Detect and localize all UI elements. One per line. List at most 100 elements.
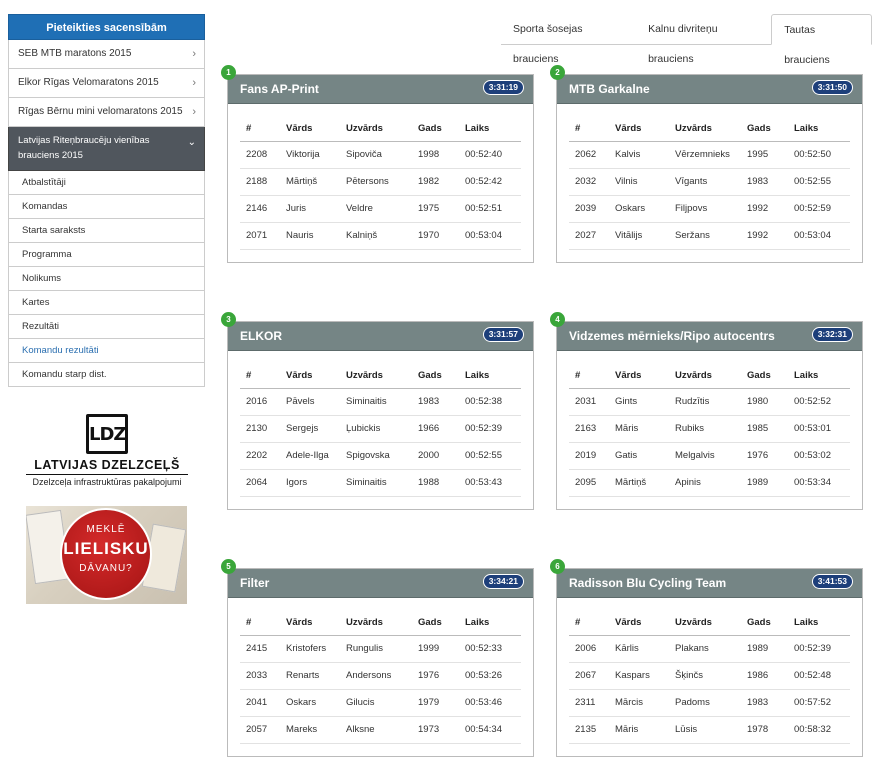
cell-time: 00:53:43	[459, 469, 521, 497]
chevron-right-icon: ›	[192, 48, 196, 60]
cell-last-name: Šķinčs	[669, 662, 741, 690]
cell-time: 00:54:34	[459, 716, 521, 744]
sidebar-item-active-event[interactable]: Latvijas Riteņbraucēju vienības braucien…	[8, 127, 205, 171]
cell-year: 1976	[741, 442, 788, 470]
ldz-sponsor-banner[interactable]: LDZ LATVIJAS DZELZCEĻŠ Dzelzceļa infrast…	[26, 410, 188, 498]
cell-time: 00:53:46	[459, 689, 521, 717]
cell-time: 00:52:52	[788, 388, 850, 416]
cell-time: 00:52:40	[459, 141, 521, 169]
cell-year: 1983	[741, 689, 788, 717]
cell-time: 00:58:32	[788, 716, 850, 744]
cell-last-name: Spigovska	[340, 442, 412, 470]
sidebar-sub-atbalstitaji[interactable]: Atbalstītāji	[8, 171, 205, 195]
team-header: Radisson Blu Cycling Team 3:41:53	[557, 569, 862, 598]
cell-year: 1982	[412, 168, 459, 196]
cell-year: 1985	[741, 415, 788, 443]
rank-badge: 1	[221, 65, 236, 80]
rank-badge: 6	[550, 559, 565, 574]
table-row: 2071 Nauris Kalniņš 1970 00:53:04	[240, 222, 521, 250]
sidebar-sub-starta-saraksts[interactable]: Starta saraksts	[8, 219, 205, 243]
table-header-row: # Vārds Uzvārds Gads Laiks	[569, 610, 850, 636]
cell-bib: 2064	[240, 469, 280, 497]
cell-time: 00:52:50	[788, 141, 850, 169]
column-header-time: Laiks	[788, 610, 850, 636]
team-panel-5: 5 Filter 3:34:21 # Vārds Uzvārds Gads Laiks 2415…	[221, 559, 534, 757]
cell-last-name: Veldre	[340, 195, 412, 223]
column-header-year: Gads	[412, 363, 459, 389]
sidebar-sub-komandu-rezultati[interactable]: Komandu rezultāti	[8, 339, 205, 363]
table-row: 2033 Renarts Andersons 1976 00:53:26	[240, 662, 521, 690]
promo-banner[interactable]: MEKLĒ LIELISKU DĀVANU?	[26, 506, 187, 604]
ldz-logo-icon: LDZ	[86, 414, 128, 454]
race-tabs: Sporta šosejas brauciens Kalnu divriteņu…	[501, 14, 872, 66]
sidebar-item-seb-mtb[interactable]: SEB MTB maratons 2015 ›	[8, 40, 205, 69]
table-row: 2039 Oskars Filjpovs 1992 00:52:59	[569, 195, 850, 223]
cell-last-name: Melgalvis	[669, 442, 741, 470]
team-panel-3: 3 ELKOR 3:31:57 # Vārds Uzvārds Gads Laiks 2016 P…	[221, 312, 534, 510]
column-header-time: Laiks	[459, 610, 521, 636]
cell-first-name: Adele-Ilga	[280, 442, 340, 470]
column-header-bib: #	[240, 363, 280, 389]
sidebar-item-label: Latvijas Riteņbraucēju vienības braucien…	[18, 135, 150, 161]
cell-last-name: Rungulis	[340, 635, 412, 663]
sidebar-sub-programma[interactable]: Programma	[8, 243, 205, 267]
rank-badge: 2	[550, 65, 565, 80]
table-row: 2202 Adele-Ilga Spigovska 2000 00:52:55	[240, 442, 521, 470]
cell-last-name: Padoms	[669, 689, 741, 717]
cell-year: 1976	[412, 662, 459, 690]
sidebar-sub-kartes[interactable]: Kartes	[8, 291, 205, 315]
cell-first-name: Oskars	[280, 689, 340, 717]
cell-year: 1992	[741, 195, 788, 223]
cell-bib: 2062	[569, 141, 609, 169]
cell-last-name: Pētersons	[340, 168, 412, 196]
cell-year: 1973	[412, 716, 459, 744]
table-header-row: # Vārds Uzvārds Gads Laiks	[240, 363, 521, 389]
cell-bib: 2032	[569, 168, 609, 196]
tab-kalnu-divritenu[interactable]: Kalnu divriteņu brauciens	[636, 14, 772, 65]
team-results-table: # Vārds Uzvārds Gads Laiks 2062 Kalvis Vērzemni…	[569, 116, 850, 250]
ldz-name: LATVIJAS DZELZCEĻŠ	[26, 458, 188, 475]
cell-bib: 2095	[569, 469, 609, 497]
cell-last-name: Rubiks	[669, 415, 741, 443]
column-header-first-name: Vārds	[280, 116, 340, 142]
cell-time: 00:52:39	[788, 635, 850, 663]
team-header: MTB Garkalne 3:31:50	[557, 75, 862, 104]
cell-first-name: Kaspars	[609, 662, 669, 690]
tab-sporta-sosejas[interactable]: Sporta šosejas brauciens	[501, 14, 637, 65]
table-row: 2135 Māris Lūsis 1978 00:58:32	[569, 716, 850, 744]
cell-year: 1995	[741, 141, 788, 169]
cell-bib: 2146	[240, 195, 280, 223]
cell-last-name: Ļubickis	[340, 415, 412, 443]
table-header-row: # Vārds Uzvārds Gads Laiks	[240, 116, 521, 142]
cell-last-name: Filjpovs	[669, 195, 741, 223]
cell-last-name: Rudzītis	[669, 388, 741, 416]
team-total-time: 3:32:31	[811, 327, 853, 342]
cell-year: 1970	[412, 222, 459, 250]
column-header-last-name: Uzvārds	[669, 116, 741, 142]
sidebar-sub-nolikums[interactable]: Nolikums	[8, 267, 205, 291]
team-name: Filter	[240, 576, 270, 590]
sidebar-sub-komandu-starp-dist[interactable]: Komandu starp dist.	[8, 363, 205, 387]
team-name: Radisson Blu Cycling Team	[569, 576, 727, 590]
sidebar-sub-komandas[interactable]: Komandas	[8, 195, 205, 219]
sidebar-item-berni[interactable]: Rīgas Bērnu mini velomaratons 2015 ›	[8, 98, 205, 127]
table-row: 2208 Viktorija Sipoviča 1998 00:52:40	[240, 141, 521, 169]
sidebar-item-elkor[interactable]: Elkor Rīgas Velomaratons 2015 ›	[8, 69, 205, 98]
column-header-last-name: Uzvārds	[340, 116, 412, 142]
cell-first-name: Mārtiņš	[609, 469, 669, 497]
column-header-last-name: Uzvārds	[669, 363, 741, 389]
cell-year: 1989	[741, 635, 788, 663]
cell-year: 1978	[741, 716, 788, 744]
cell-bib: 2071	[240, 222, 280, 250]
cell-time: 00:53:02	[788, 442, 850, 470]
table-row: 2064 Igors Siminaitis 1988 00:53:43	[240, 469, 521, 497]
cell-last-name: Seržans	[669, 222, 741, 250]
chevron-right-icon: ›	[192, 77, 196, 89]
tab-tautas[interactable]: Tautas brauciens	[771, 14, 872, 66]
cell-year: 1975	[412, 195, 459, 223]
column-header-bib: #	[240, 610, 280, 636]
sidebar-menu: Pieteikties sacensībām SEB MTB maratons …	[8, 14, 205, 387]
sidebar-sub-rezultati[interactable]: Rezultāti	[8, 315, 205, 339]
table-row: 2032 Vilnis Vīgants 1983 00:52:55	[569, 168, 850, 196]
cell-bib: 2208	[240, 141, 280, 169]
